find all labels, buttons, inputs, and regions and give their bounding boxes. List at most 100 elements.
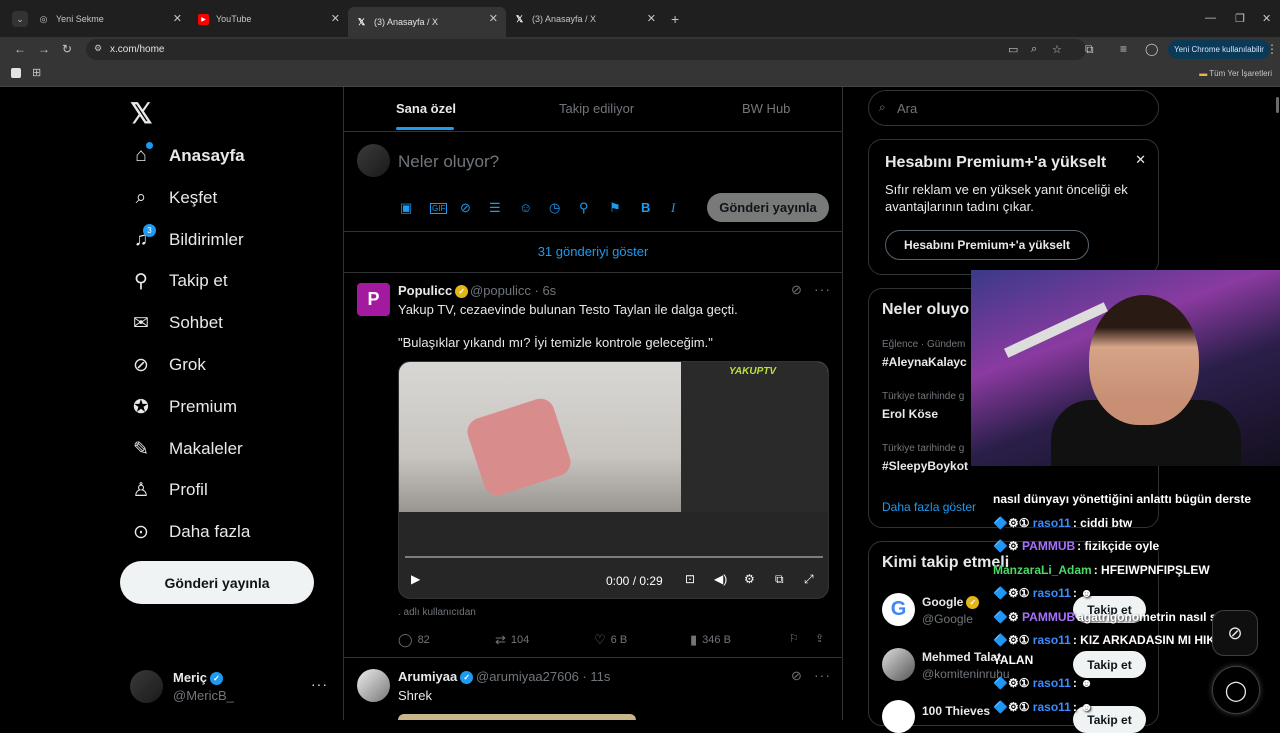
tweet-handle[interactable]: @populicc · 6s	[470, 283, 556, 298]
trend-name[interactable]: #SleepyBoykot	[882, 459, 968, 473]
cast-icon[interactable]: ▭	[1008, 43, 1018, 56]
messages-float-button[interactable]: ◯	[1212, 666, 1260, 714]
tweet-handle[interactable]: @arumiyaa27606 · 11s	[476, 669, 610, 684]
menu-kebab-icon[interactable]: ⋮	[1266, 42, 1278, 56]
back-icon[interactable]: ←	[14, 42, 26, 56]
tweet-more-icon[interactable]: ···	[814, 667, 831, 683]
search-box[interactable]: ⌕ Ara	[868, 90, 1159, 126]
nav-item-home[interactable]: ⌂ Anasayfa	[130, 138, 245, 174]
tab-for-you[interactable]: Sana özel	[396, 101, 456, 116]
volume-icon[interactable]: ◀)	[714, 572, 727, 586]
follow-button[interactable]: Takip et	[1073, 651, 1146, 678]
gif-icon[interactable]: GIF	[430, 203, 448, 214]
url-text[interactable]: x.com/home	[110, 44, 164, 55]
tweet-author[interactable]: Arumiyaa ✓	[398, 669, 474, 685]
tweet-media[interactable]	[398, 714, 636, 720]
grok-icon[interactable]: ⊘	[791, 282, 802, 298]
flag-icon[interactable]: ⚑	[609, 200, 621, 216]
tab-bw-hub[interactable]: BW Hub	[742, 101, 790, 116]
tab-following[interactable]: Takip ediliyor	[559, 101, 634, 116]
chrome-update-button[interactable]: Yeni Chrome kullanılabilir	[1168, 40, 1270, 59]
new-tab-icon[interactable]: +	[671, 11, 679, 27]
scrollbar[interactable]	[1276, 97, 1279, 113]
nav-item-more[interactable]: ⊙ Daha fazla	[130, 514, 250, 550]
compose-input[interactable]: Neler oluyor?	[398, 152, 499, 172]
avatar[interactable]	[130, 670, 163, 703]
schedule-icon[interactable]: ◷	[549, 200, 560, 216]
apps-grid-icon[interactable]: ⊞	[32, 66, 41, 79]
settings-icon[interactable]: ⚙	[744, 572, 755, 586]
nav-item-premium[interactable]: ✪ Premium	[130, 389, 237, 425]
account-more-icon[interactable]: ···	[311, 676, 328, 692]
close-icon[interactable]: ✕	[1135, 152, 1146, 168]
tab-search-icon[interactable]: ⌄	[12, 11, 28, 27]
grok-icon[interactable]: ⊘	[460, 200, 471, 216]
site-info-icon[interactable]: ⚙	[94, 43, 102, 54]
pip-icon[interactable]: ⧉	[775, 572, 784, 587]
show-more-link[interactable]: Daha fazla göster	[882, 500, 976, 514]
nav-item-articles[interactable]: ✎ Makaleler	[130, 431, 243, 467]
premium-upgrade-button[interactable]: Hesabını Premium+'a yükselt	[885, 230, 1089, 260]
show-new-posts[interactable]: 31 gönderiyi göster	[344, 244, 842, 259]
like-button[interactable]: ♡ 6 B	[594, 632, 627, 648]
avatar[interactable]	[357, 144, 390, 177]
publish-button[interactable]: Gönderi yayınla	[707, 193, 829, 222]
nav-item-messages[interactable]: ✉ Sohbet	[130, 305, 223, 341]
grok-icon[interactable]: ⊘	[791, 668, 802, 684]
tweet-author[interactable]: Populicc ✓	[398, 283, 469, 299]
captions-icon[interactable]: ⊡	[685, 572, 695, 586]
page-icon[interactable]	[11, 68, 21, 78]
avatar[interactable]	[357, 669, 390, 702]
post-button[interactable]: Gönderi yayınla	[120, 561, 314, 604]
close-tab-icon[interactable]: ✕	[647, 12, 656, 25]
nav-item-follow[interactable]: ⚲ Takip et	[130, 263, 228, 299]
nav-item-notifications[interactable]: ♫ 3 Bildirimler	[130, 222, 244, 258]
italic-icon[interactable]: I	[671, 200, 675, 216]
close-tab-icon[interactable]: ✕	[173, 12, 182, 25]
minimize-icon[interactable]: —	[1205, 12, 1216, 24]
suggestion-name[interactable]: Google ✓	[922, 595, 980, 610]
nav-item-explore[interactable]: ⌕ Keşfet	[130, 180, 218, 216]
account-name-row[interactable]: Meriç ✓	[173, 670, 223, 686]
bookmark-icon[interactable]: ⚐	[789, 632, 799, 645]
tab-youtube[interactable]: ▶ YouTube ✕	[190, 7, 348, 31]
trend-name[interactable]: Erol Köse	[882, 407, 938, 421]
url-box[interactable]: ⚙ x.com/home ▭ ⌕ ☆	[86, 39, 1086, 60]
extensions-icon[interactable]: ⧉	[1085, 42, 1094, 57]
tab-x-active[interactable]: 𝕏 (3) Anasayfa / X ✕	[348, 7, 506, 37]
nav-item-profile[interactable]: ♙ Profil	[130, 472, 207, 508]
views-button[interactable]: ▮ 346 B	[690, 632, 731, 648]
close-window-icon[interactable]: ✕	[1262, 12, 1271, 25]
close-tab-icon[interactable]: ✕	[331, 12, 340, 25]
image-icon[interactable]: ▣	[400, 200, 412, 216]
video-progress[interactable]	[405, 556, 823, 558]
poll-icon[interactable]: ☰	[489, 200, 501, 216]
video-source[interactable]: . adlı kullanıcıdan	[398, 607, 476, 618]
fullscreen-icon[interactable]: ⤢	[804, 572, 814, 587]
bookmark-star-icon[interactable]: ☆	[1052, 43, 1062, 56]
trend-name[interactable]: #AleynaKalayc	[882, 355, 967, 369]
avatar[interactable]	[882, 648, 915, 681]
suggestion-name[interactable]: 100 Thieves	[922, 704, 990, 718]
bold-icon[interactable]: B	[641, 200, 650, 215]
repost-button[interactable]: ⇄ 104	[495, 632, 529, 648]
play-icon[interactable]: ▶	[411, 572, 420, 586]
maximize-icon[interactable]: ❐	[1235, 12, 1245, 25]
reply-button[interactable]: ◯ 82	[398, 632, 430, 648]
media-icon[interactable]: ≡	[1120, 42, 1127, 56]
reload-icon[interactable]: ↻	[62, 42, 72, 56]
close-tab-icon[interactable]: ✕	[489, 12, 498, 25]
avatar[interactable]: G	[882, 593, 915, 626]
share-icon[interactable]: ⇪	[815, 632, 824, 645]
avatar[interactable]	[882, 700, 915, 733]
x-logo-icon[interactable]: 𝕏	[130, 97, 153, 130]
tweet-more-icon[interactable]: ···	[814, 281, 831, 297]
emoji-icon[interactable]: ☺	[519, 200, 532, 215]
forward-icon[interactable]: →	[38, 42, 50, 56]
location-icon[interactable]: ⚲	[579, 200, 589, 216]
suggestion-name[interactable]: Mehmed Talat	[922, 650, 1001, 664]
zoom-icon[interactable]: ⌕	[1031, 43, 1037, 56]
tab-x[interactable]: 𝕏 (3) Anasayfa / X ✕	[506, 7, 664, 31]
video-player[interactable]: YAKUPTV ▶ 0:00 / 0:29 ⊡ ◀) ⚙ ⧉ ⤢	[398, 361, 829, 599]
profile-icon[interactable]: ◯	[1145, 42, 1158, 56]
